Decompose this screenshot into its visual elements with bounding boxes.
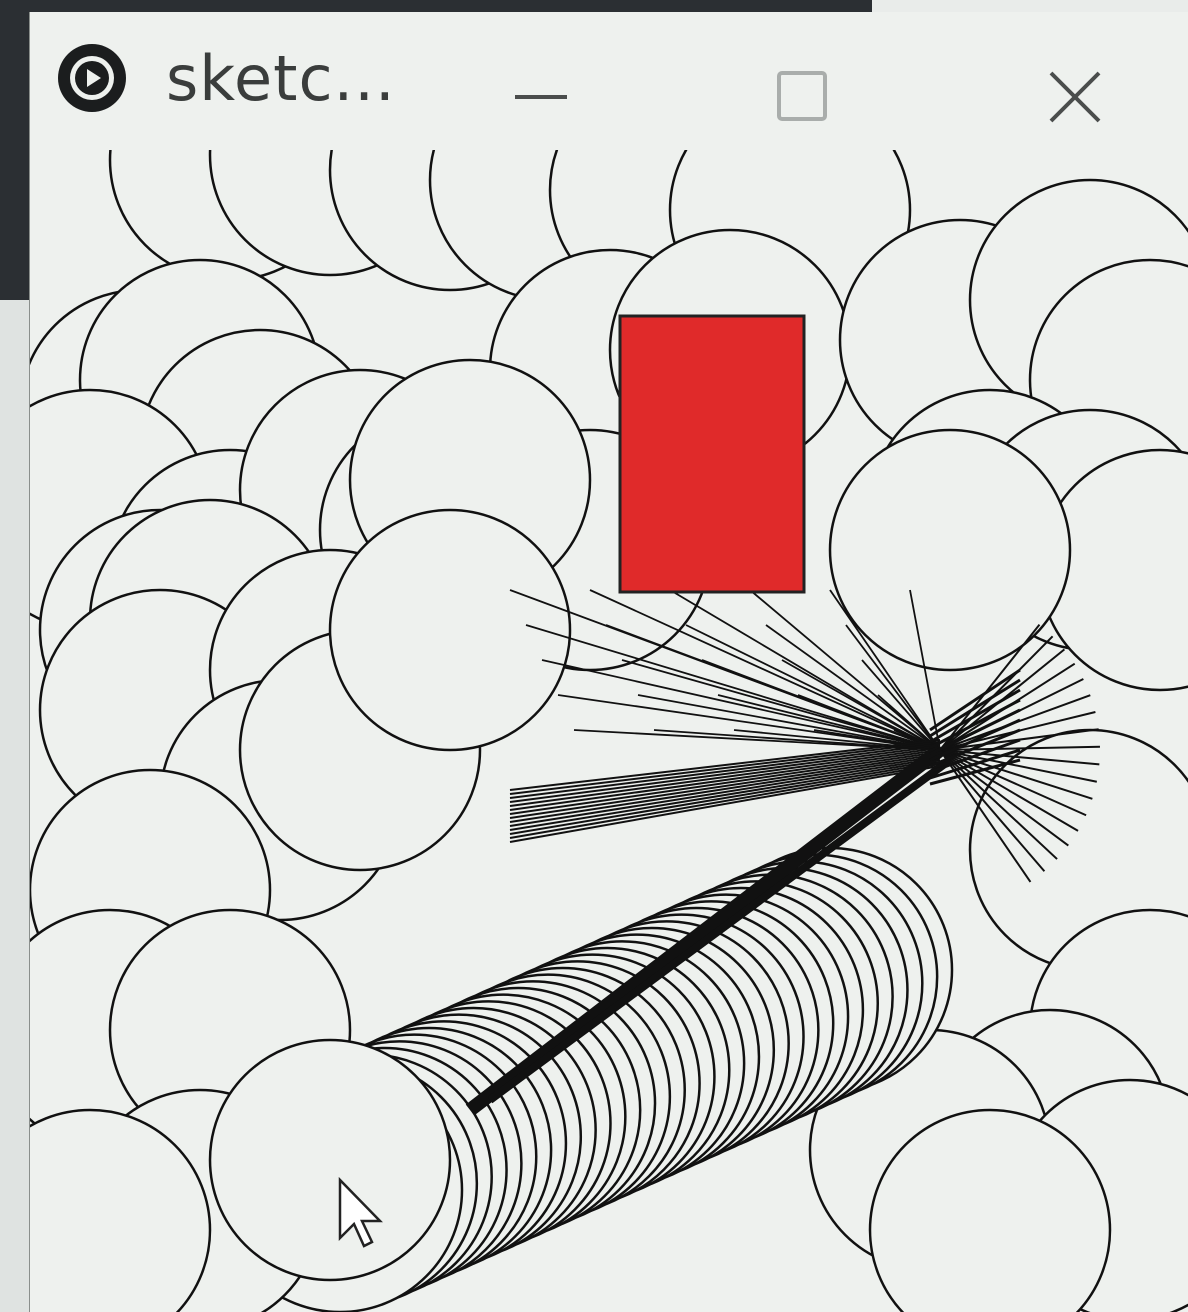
- trail-circle: [208, 1038, 452, 1282]
- close-button[interactable]: [1030, 52, 1120, 142]
- minimize-button[interactable]: [496, 52, 586, 142]
- red-rectangle: [618, 314, 806, 594]
- title-bar[interactable]: sketc...: [30, 12, 1188, 150]
- play-circle-icon: [56, 42, 128, 114]
- window-title: sketc...: [166, 42, 396, 115]
- maximize-icon: [777, 71, 827, 121]
- maximize-button[interactable]: [758, 52, 848, 142]
- sketch-drawing: [30, 150, 1188, 1312]
- burst-line: [861, 659, 941, 751]
- close-icon: [1049, 71, 1101, 123]
- sketch-canvas[interactable]: [30, 150, 1188, 1312]
- trail-circle: [828, 428, 1072, 672]
- sketch-window: sketc...: [30, 12, 1188, 1312]
- minimize-icon: [515, 95, 567, 99]
- trail-circle: [328, 508, 572, 752]
- burst-line: [621, 659, 941, 751]
